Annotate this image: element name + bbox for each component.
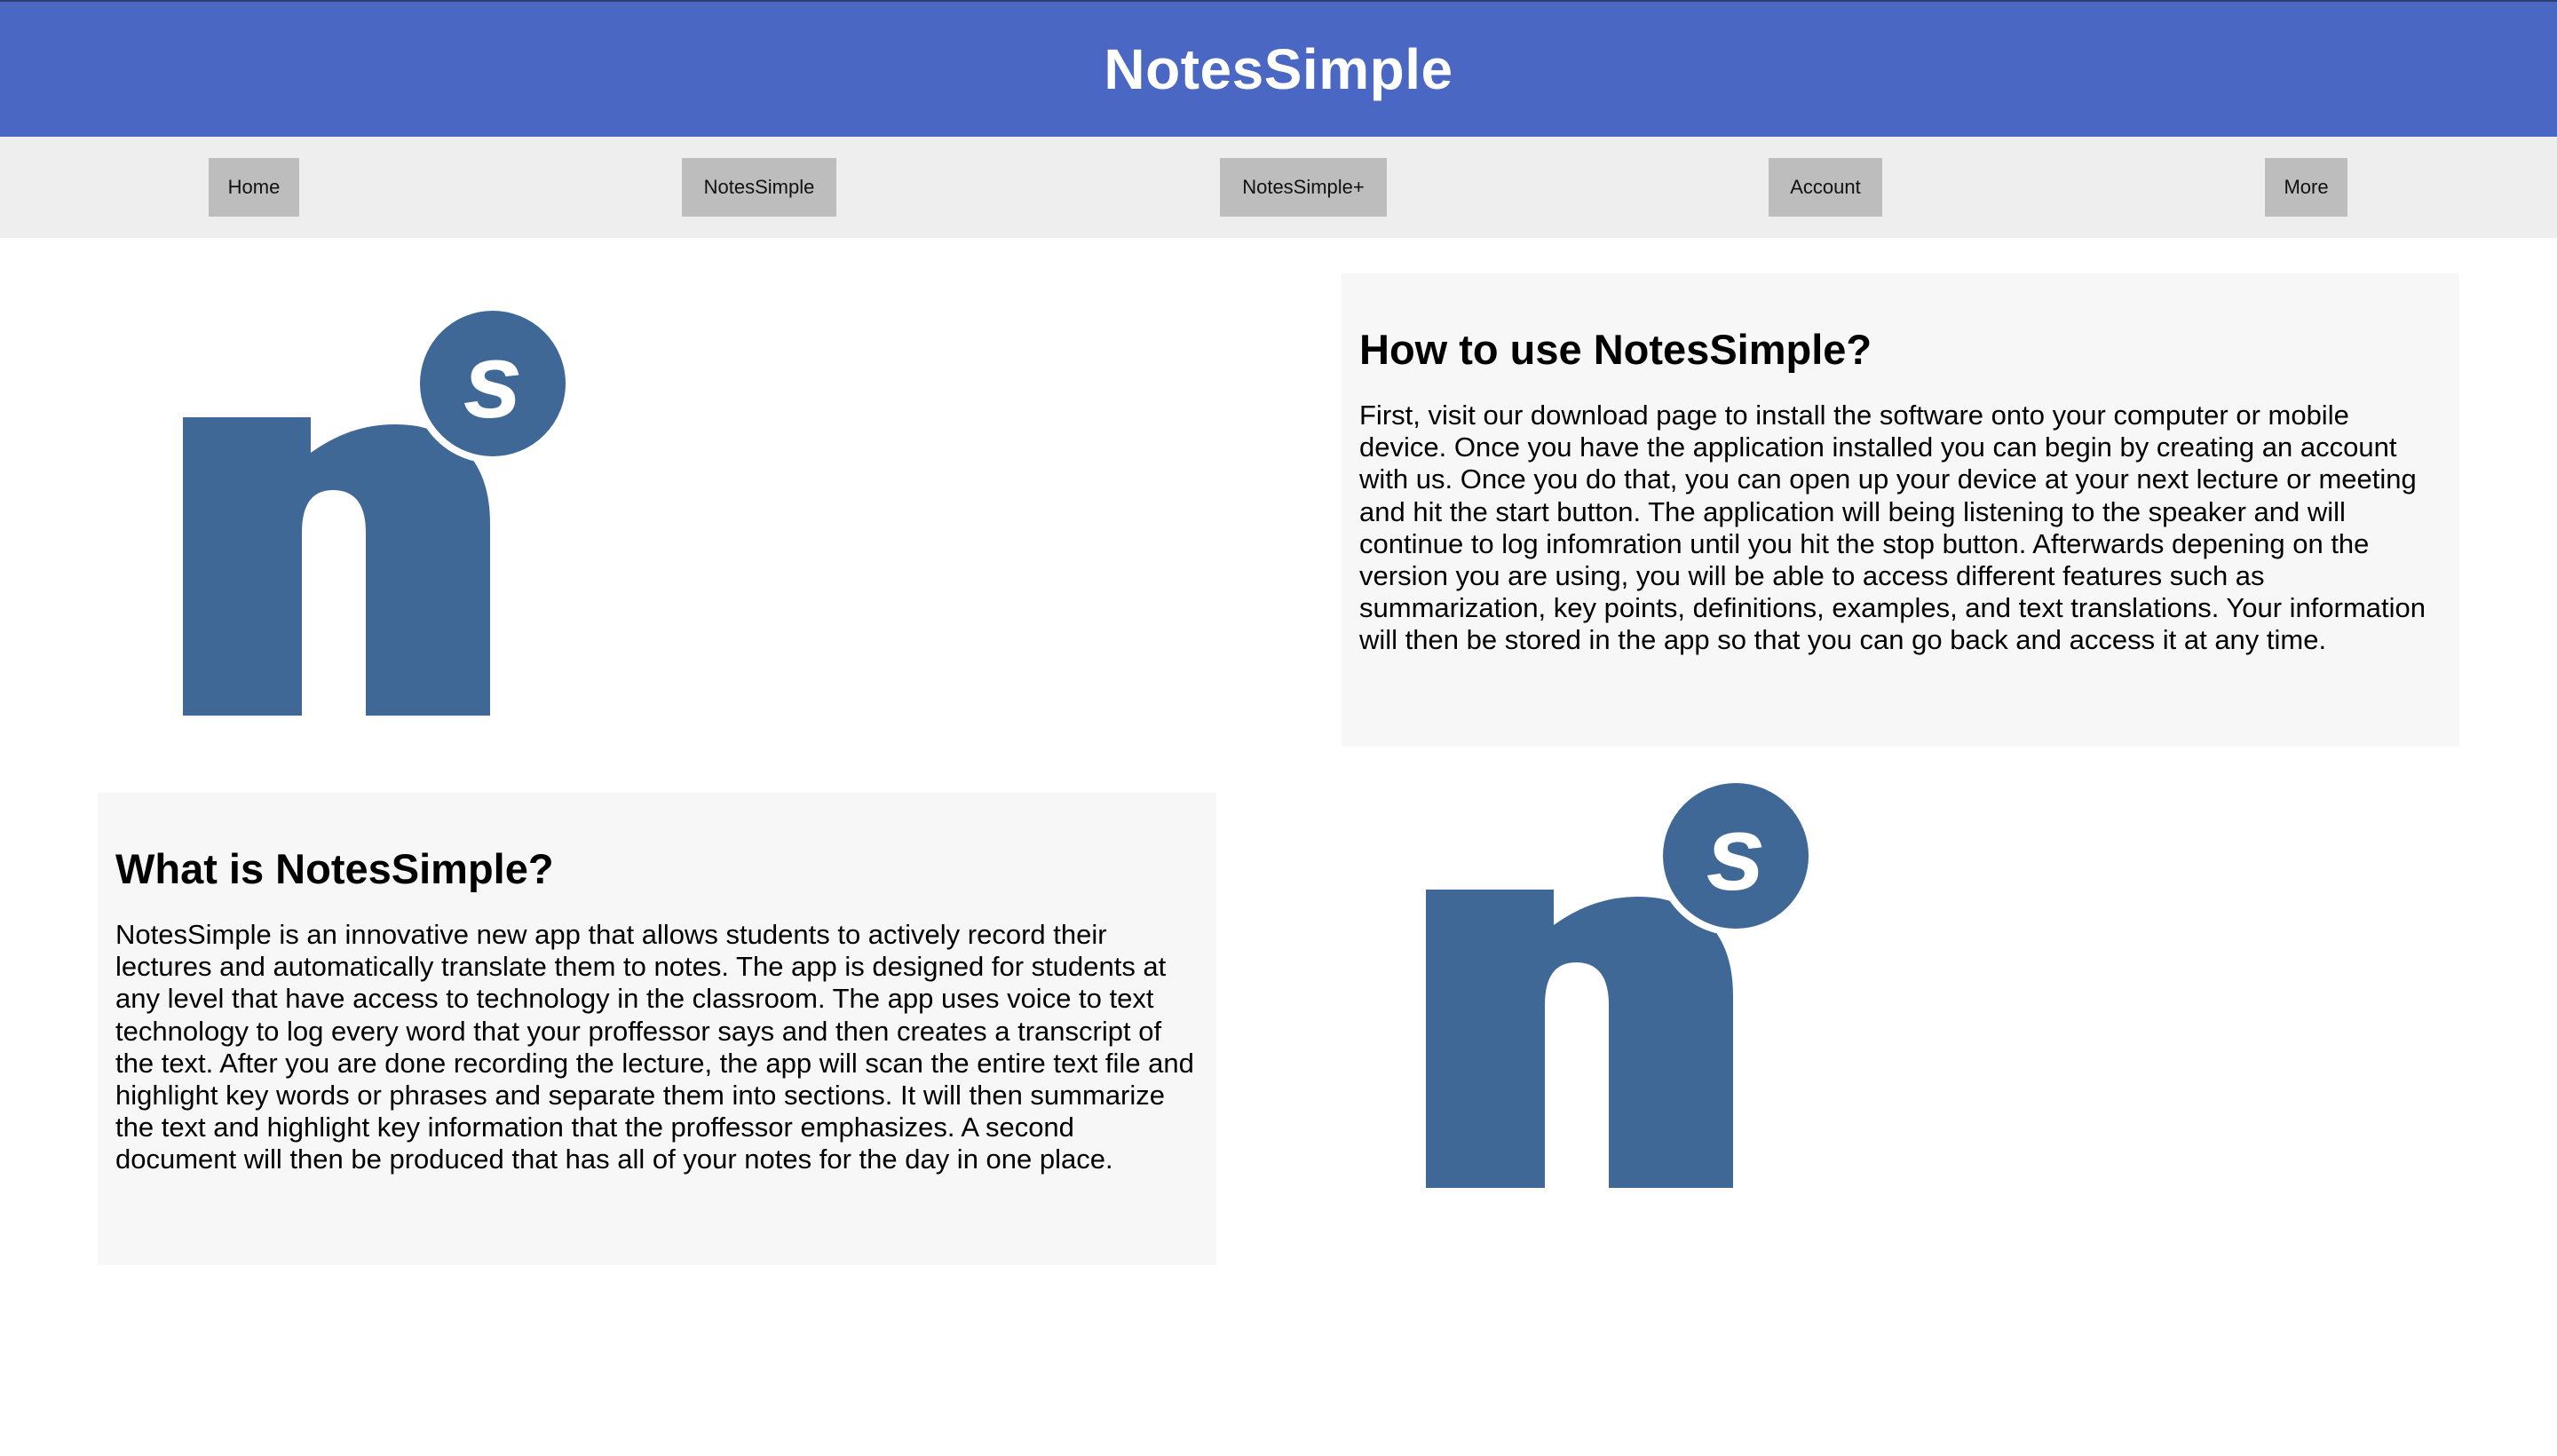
page: NotesSimple Home NotesSimple NotesSimple… bbox=[0, 0, 2557, 1456]
nav-account-button[interactable]: Account bbox=[1769, 158, 1882, 217]
nav-bar: Home NotesSimple NotesSimple+ Account Mo… bbox=[0, 137, 2557, 238]
site-header: NotesSimple bbox=[0, 0, 2557, 137]
nav-more-button[interactable]: More bbox=[2265, 158, 2347, 217]
svg-text:s: s bbox=[463, 321, 523, 440]
what-is-card: What is NotesSimple? NotesSimple is an i… bbox=[98, 793, 1216, 1265]
notessimple-logo-icon: s bbox=[1412, 765, 1820, 1191]
site-title: NotesSimple bbox=[1104, 37, 1453, 101]
what-is-heading: What is NotesSimple? bbox=[115, 845, 554, 892]
nav-notessimple-button[interactable]: NotesSimple bbox=[682, 158, 836, 217]
nav-notessimple-plus-button[interactable]: NotesSimple+ bbox=[1220, 158, 1387, 217]
svg-text:s: s bbox=[1706, 794, 1766, 913]
notessimple-logo-icon: s bbox=[169, 293, 577, 719]
how-to-body: First, visit our download page to instal… bbox=[1359, 400, 2426, 656]
how-to-card: How to use NotesSimple? First, visit our… bbox=[1342, 273, 2459, 747]
how-to-heading: How to use NotesSimple? bbox=[1359, 326, 1872, 373]
what-is-body: NotesSimple is an innovative new app tha… bbox=[115, 919, 1194, 1175]
nav-home-button[interactable]: Home bbox=[209, 158, 299, 217]
